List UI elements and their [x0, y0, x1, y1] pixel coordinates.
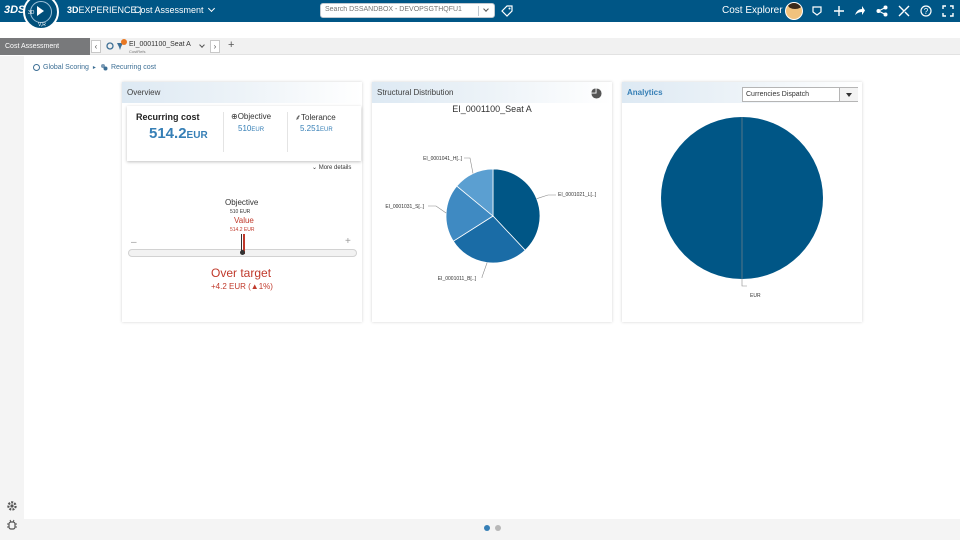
pie-leader-line — [536, 194, 556, 199]
recurring-cost-number: 514.2 — [149, 125, 187, 142]
pie-label: EI_0001041_H[..] — [423, 156, 463, 162]
footer-strip — [24, 519, 960, 540]
app-title-label: Cost Assessment — [134, 5, 204, 15]
tag-icon[interactable] — [501, 5, 513, 17]
user-app-label: Cost Explorer — [722, 5, 783, 16]
pie-leader-line — [481, 262, 488, 278]
tolerance-value: 5.251EUR — [300, 124, 333, 133]
fullscreen-icon[interactable] — [942, 5, 954, 17]
more-details-link[interactable]: ⌄ More details — [312, 164, 351, 171]
help-icon[interactable]: ? — [920, 5, 932, 17]
pie-label: EI_0001011_B[..] — [438, 276, 477, 282]
avatar[interactable] — [785, 2, 803, 20]
tab-cost-assessment[interactable]: Cost Assessment — [0, 38, 90, 55]
pie-leader-line — [428, 205, 447, 214]
overview-header: Overview — [122, 82, 362, 103]
tolerance-label: ⸙Tolerance — [295, 112, 336, 123]
analytics-pie-chart: EUR — [661, 117, 823, 299]
search-input[interactable] — [325, 6, 475, 13]
pie-leader-line — [464, 157, 474, 174]
chevron-down-icon — [207, 4, 215, 13]
overview-panel: Overview Recurring cost 514.2EUR ⊕Object… — [122, 82, 362, 322]
breadcrumb-separator: ▸ — [92, 64, 96, 71]
breadcrumb-item-recurring-cost[interactable]: Recurring cost — [111, 64, 156, 71]
recurring-cost-label: Recurring cost — [136, 112, 200, 122]
tab-scroll-right[interactable]: › — [210, 40, 220, 53]
brand: 3DEXPERIENCE | — [67, 5, 141, 15]
left-strip — [0, 56, 24, 540]
pager-dot-1[interactable] — [484, 525, 490, 531]
object-icon — [106, 42, 114, 50]
chevron-down-icon: ⌄ — [312, 165, 318, 171]
tab-object-label: EI_0001100_Seat A — [129, 41, 191, 48]
gauge-plus: + — [345, 236, 351, 247]
analytics-panel: Analytics Currencies Dispatch EUR — [622, 82, 862, 322]
objective-unit: EUR — [251, 127, 265, 133]
pie-label: EI_0001031_S[..] — [385, 204, 424, 210]
chevron-down-icon[interactable] — [483, 6, 489, 12]
tab-object-sublabel: CostRefs — [129, 49, 146, 54]
pie-label: EUR — [750, 293, 761, 299]
needle-pivot — [240, 250, 245, 255]
recurring-cost-value: 514.2EUR — [149, 125, 208, 142]
recurring-cost-icon — [100, 64, 108, 71]
play-icon — [37, 6, 44, 16]
structural-panel: Structural Distribution EI_0001100_Seat … — [372, 82, 612, 322]
global-scoring-icon — [33, 63, 40, 71]
gauge-value-label: Value — [234, 216, 254, 225]
objective-label-text: Objective — [237, 112, 272, 121]
compass-top-label: 3D — [28, 10, 35, 16]
recurring-cost-card: Recurring cost 514.2EUR ⊕Objective 510EU… — [127, 106, 361, 161]
card-divider — [287, 112, 288, 152]
tab-scroll-left[interactable]: ‹ — [91, 40, 101, 53]
notification-badge — [121, 39, 127, 45]
breadcrumb-item-global-scoring[interactable]: Global Scoring — [43, 64, 89, 71]
add-icon[interactable] — [833, 5, 845, 17]
tab-bar: Cost Assessment ‹ EI_0001100_Seat A Cost… — [0, 38, 960, 55]
settings-icon[interactable] — [6, 500, 18, 512]
gauge-value-value: 514.2 EUR — [230, 227, 255, 233]
target-icon: ⊕ — [231, 112, 238, 121]
more-details-label: More details — [318, 165, 352, 171]
top-bar: 3DS 3D V,R 3DEXPERIENCE | Cost Assessmen… — [0, 0, 960, 30]
gauge-minus: – — [131, 237, 137, 248]
status-label: Over target — [211, 266, 272, 280]
tolerance-number: 5.251 — [300, 124, 321, 133]
structural-pie-chart: EI_0001021_L[..] EI_0001011_B[..] EI_00010… — [385, 156, 597, 282]
tools-icon[interactable] — [898, 5, 910, 17]
add-tab-button[interactable]: + — [228, 39, 234, 51]
svg-text:?: ? — [924, 7, 929, 16]
breadcrumb: Global Scoring ▸ Recurring cost — [33, 63, 156, 71]
brand-rest: EXPERIENCE — [78, 5, 137, 15]
objective-label: ⊕Objective — [231, 112, 271, 121]
gauge-objective-label: Objective — [225, 198, 259, 207]
bug-icon[interactable] — [6, 519, 18, 531]
brand-bold: 3D — [67, 5, 79, 15]
app-title[interactable]: Cost Assessment — [134, 4, 215, 15]
search-box[interactable] — [320, 3, 495, 18]
pie-label: EI_0001021_L[..] — [558, 192, 597, 198]
card-divider — [223, 112, 224, 152]
compass-button[interactable]: 3D V,R — [23, 0, 59, 30]
recurring-cost-unit: EUR — [186, 130, 208, 141]
objective-number: 510 — [238, 124, 252, 133]
network-icon[interactable] — [876, 5, 888, 17]
share-icon[interactable] — [811, 5, 823, 17]
objective-value: 510EUR — [238, 124, 264, 133]
gauge-objective-value: 510 EUR — [230, 209, 251, 215]
chevron-down-icon[interactable] — [199, 42, 205, 48]
tolerance-unit: EUR — [320, 127, 333, 133]
tolerance-label-text: Tolerance — [301, 113, 336, 122]
status-delta: +4.2 EUR (▲1%) — [211, 282, 273, 291]
forward-icon[interactable] — [854, 5, 866, 17]
pager-dot-2[interactable] — [495, 525, 501, 531]
tab-object[interactable]: EI_0001100_Seat A CostRefs — [105, 39, 210, 54]
search-divider — [478, 6, 479, 16]
compass-bottom-label: V,R — [38, 22, 46, 28]
